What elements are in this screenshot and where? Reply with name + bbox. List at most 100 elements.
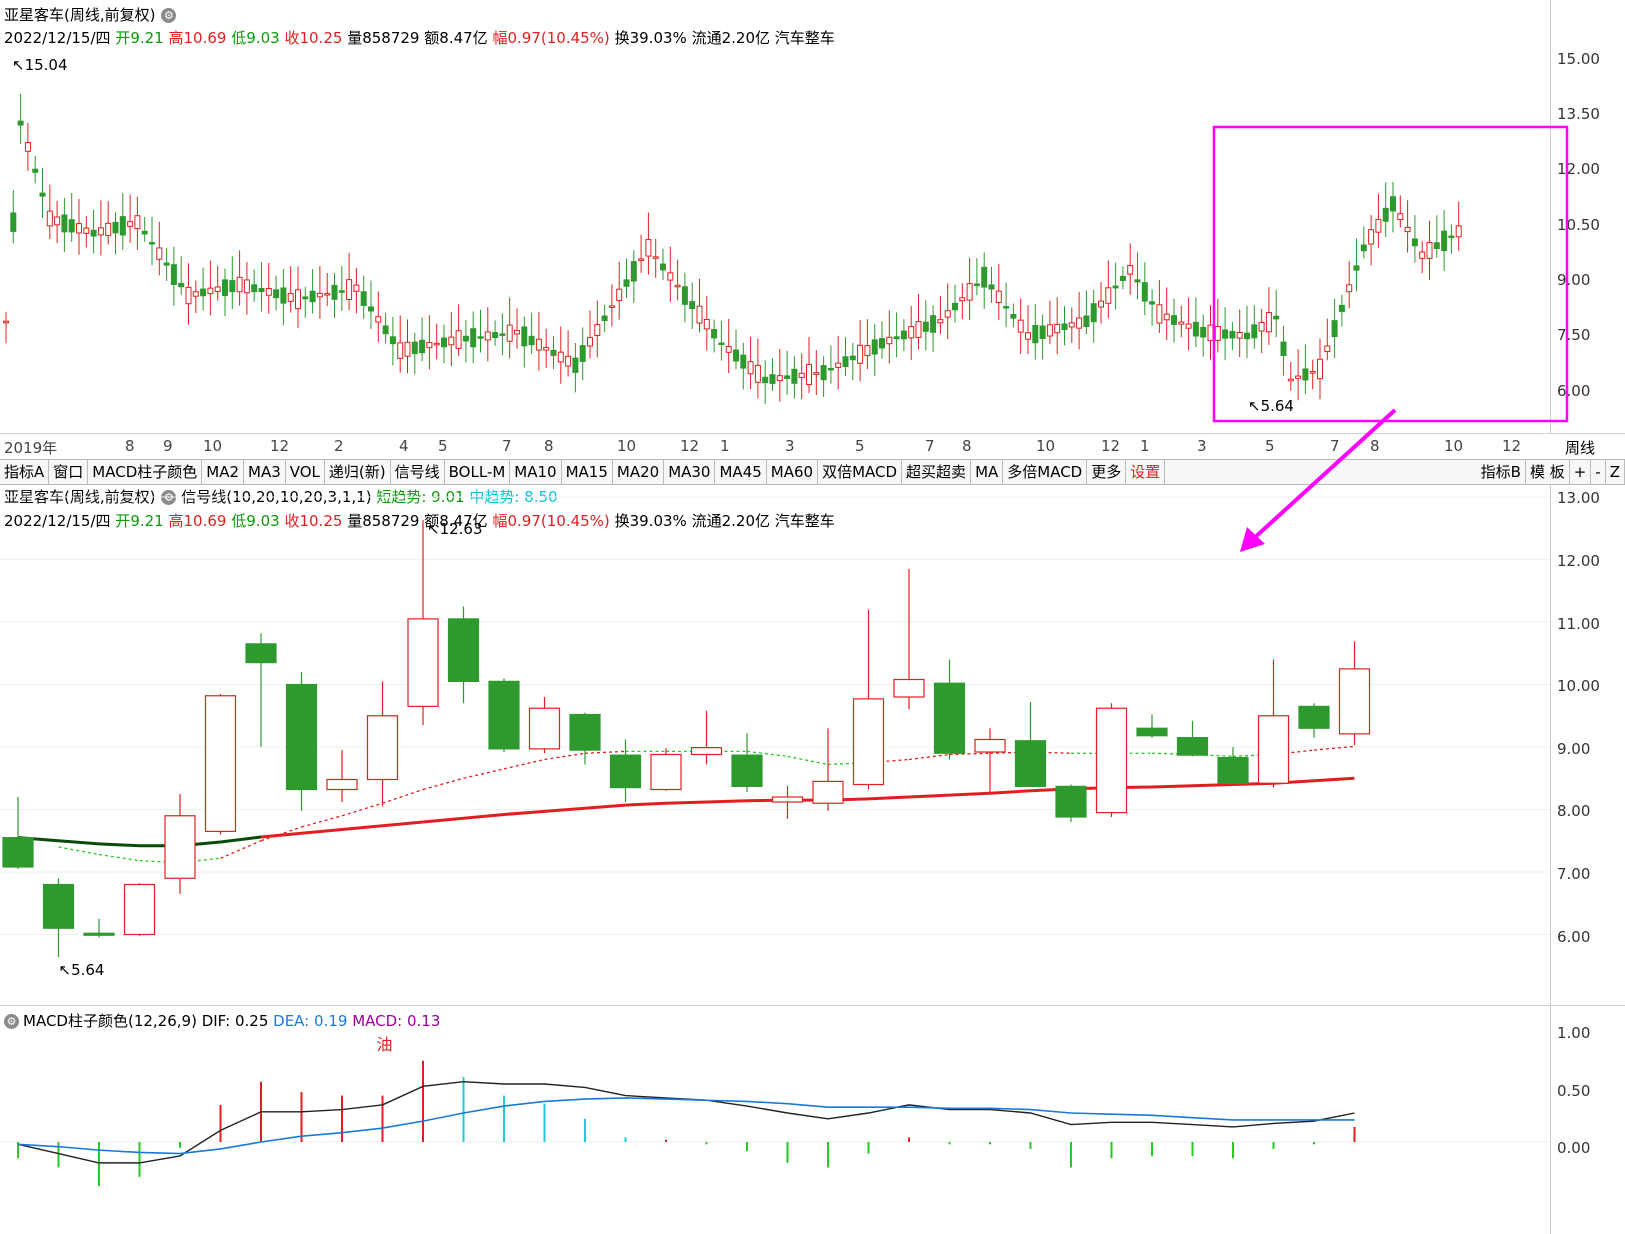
mini-candle-body [499, 333, 506, 336]
mini-candle-body [127, 221, 134, 227]
mini-candle-body [1419, 251, 1426, 259]
macd-annotation: 油 [377, 1035, 393, 1054]
mini-candle-body [1025, 332, 1031, 340]
mini-candle-body [550, 349, 557, 356]
mini-candle-body [1010, 314, 1017, 319]
date-label: 5 [855, 437, 865, 455]
long-trend-line [58, 839, 100, 846]
mini-candle-body [54, 216, 61, 226]
mini-candle-body [375, 316, 382, 323]
zoom-in-button[interactable]: + [1570, 460, 1592, 484]
mini-candle-body [200, 288, 207, 297]
mini-candle-body [331, 284, 338, 300]
tab-ma10[interactable]: MA10 [510, 460, 562, 484]
mini-candle-body [382, 325, 389, 335]
candle-body [407, 618, 439, 707]
mid-axis-tick: 7.00 [1557, 865, 1591, 883]
short-trend-line [58, 846, 100, 856]
tab-ma45[interactable]: MA45 [715, 460, 767, 484]
mini-candle-body [1032, 324, 1039, 344]
candle-body [1257, 715, 1290, 784]
mid-axis-tick: 6.00 [1557, 928, 1591, 946]
tab-template[interactable]: 模 板 [1526, 460, 1570, 484]
mini-candle-body [1433, 242, 1440, 250]
tab-ma2[interactable]: MA2 [202, 460, 244, 484]
long-trend-line [463, 813, 505, 820]
mini-candle-body [61, 214, 68, 233]
mini-candle-body [32, 168, 39, 173]
main-candle-panel[interactable]: 亚星客车(周线,前复权) ⚙ 信号线(10,20,10,20,3,1,1) 短趋势… [0, 484, 1625, 1006]
mini-candle-body [1244, 332, 1250, 340]
period-label[interactable]: 周线 [1565, 437, 1595, 458]
tab-settings[interactable]: 设置 [1126, 460, 1166, 484]
mini-candle-body [163, 262, 170, 266]
date-label: 7 [925, 437, 935, 455]
long-trend-line [949, 791, 991, 797]
mini-candle-body [842, 356, 849, 367]
mini-candle-body [1317, 358, 1323, 380]
mini-candle-body [587, 337, 593, 347]
tab-indicator-a[interactable]: 指标A [0, 460, 50, 484]
tab-ma30[interactable]: MA30 [664, 460, 716, 484]
mini-candle-body [1054, 323, 1061, 334]
mini-candle-body [105, 222, 112, 237]
mini-candle-body [1156, 304, 1163, 324]
date-label: 8 [125, 437, 135, 455]
date-axis: 2019年 8 9 10 12 2 4 5 7 8 10 12 1 3 5 7 … [0, 434, 1550, 458]
mini-candle-body [389, 336, 396, 345]
mini-candle-body [703, 318, 710, 330]
mini-candle-body [601, 315, 608, 322]
tab-ma[interactable]: MA [971, 460, 1004, 484]
tab-vol[interactable]: VOL [286, 460, 325, 484]
tab-signal-line[interactable]: 信号线 [391, 460, 445, 484]
tab-ma20[interactable]: MA20 [613, 460, 665, 484]
candle-body [326, 778, 358, 791]
mini-candle-body [368, 306, 374, 312]
mini-candle-body [1149, 301, 1156, 305]
mid-axis-tick: 13.00 [1557, 489, 1600, 507]
long-trend-line [625, 801, 667, 807]
candle-body [1176, 737, 1209, 756]
tab-multi-macd[interactable]: 多倍MACD [1003, 460, 1088, 484]
tab-macd-color[interactable]: MACD柱子颜色 [88, 460, 203, 484]
overview-chart-panel[interactable]: 亚星客车(周线,前复权) ⚙ 2022/12/15/四 开9.21 高10.69 … [0, 0, 1625, 434]
mini-candle-body [441, 337, 447, 348]
z-button[interactable]: Z [1606, 460, 1625, 484]
long-trend-line [301, 828, 343, 835]
candle-body [650, 753, 682, 791]
short-trend-line [422, 777, 464, 791]
candle-body [1298, 705, 1330, 729]
zoom-out-button[interactable]: - [1591, 460, 1606, 484]
tab-recursive[interactable]: 递归(新) [325, 460, 391, 484]
tab-ma3[interactable]: MA3 [244, 460, 286, 484]
mini-candle-body [1287, 378, 1294, 382]
tab-ma60[interactable]: MA60 [767, 460, 819, 484]
tab-bar-right: 指标B 模 板 + - Z [1477, 460, 1625, 484]
mini-candle-body [908, 326, 915, 339]
tab-ma15[interactable]: MA15 [562, 460, 613, 484]
mini-candle-body [1236, 332, 1243, 339]
candle-body [123, 883, 156, 936]
mini-candle-body [922, 321, 929, 332]
tab-more[interactable]: 更多 [1087, 460, 1127, 484]
candle-body [609, 754, 642, 789]
mini-candle-body [207, 287, 214, 295]
mini-candle-body [681, 286, 688, 305]
tab-double-macd[interactable]: 双倍MACD [818, 460, 903, 484]
macd-panel[interactable]: ⚙ MACD柱子颜色(12,26,9) DIF: 0.25 DEA: 0.19 M… [0, 1006, 1625, 1234]
mini-candle-body [287, 292, 294, 302]
tab-indicator-b[interactable]: 指标B [1477, 460, 1526, 484]
macd-axis-tick: 0.50 [1557, 1082, 1591, 1100]
candle-body [164, 815, 196, 879]
candle-body [528, 707, 561, 750]
short-trend-line [503, 758, 545, 770]
mini-candle-body [346, 279, 353, 301]
tab-boll-m[interactable]: BOLL-M [445, 460, 511, 484]
short-trend-line [301, 815, 343, 828]
mini-candle-body [1346, 284, 1353, 293]
candle-body [852, 698, 885, 786]
mini-candle-body [652, 256, 659, 259]
tab-window[interactable]: 窗口 [49, 460, 89, 484]
mini-candle-body [835, 362, 842, 368]
tab-overbought-oversold[interactable]: 超买超卖 [902, 460, 972, 484]
